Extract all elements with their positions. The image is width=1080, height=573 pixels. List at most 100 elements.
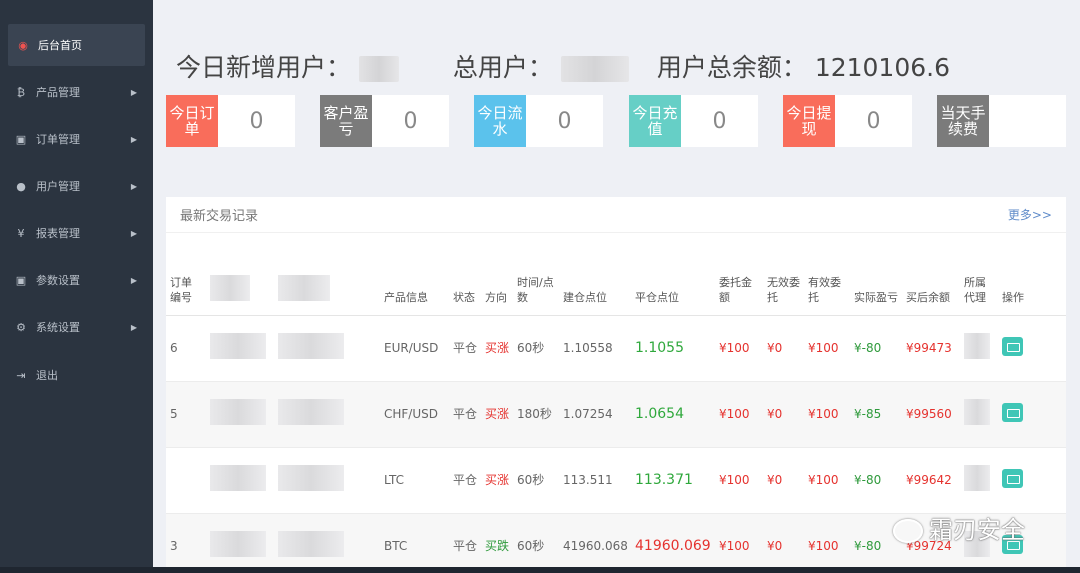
sidebar-item-reports[interactable]: ¥ 报表管理 ▶ (0, 212, 153, 254)
detail-button[interactable] (1002, 336, 1023, 356)
order-id (166, 447, 206, 514)
summary-headline: 今日新增用户： 总用户： 用户总余额： 1210106.6 (176, 48, 950, 84)
open-price: 41960.068 (559, 513, 631, 573)
col-close-price: 平仓点位 (631, 233, 715, 316)
chevron-right-icon: ▶ (130, 134, 137, 144)
col-redacted (206, 233, 274, 316)
direction: 买涨 (481, 381, 513, 448)
sidebar-item-users[interactable]: ● 用户管理 ▶ (0, 165, 153, 207)
amount: ¥100 (715, 447, 763, 514)
stat-card-today-fee: 当天手续费 (937, 95, 1066, 147)
time: 60秒 (513, 315, 559, 382)
redacted-value (278, 399, 344, 425)
product: LTC (380, 447, 449, 514)
col-product: 产品信息 (380, 233, 449, 316)
detail-button[interactable] (1002, 402, 1023, 422)
total-balance-value: 1210106.6 (814, 53, 951, 82)
stat-card-today-flow: 今日流水 0 (474, 95, 603, 147)
redacted-value (210, 333, 266, 359)
sidebar-item-products[interactable]: ₿ 产品管理 ▶ (0, 71, 153, 113)
col-pnl: 实际盈亏 (850, 233, 902, 316)
sidebar-item-label: 退出 (36, 369, 58, 382)
product: BTC (380, 513, 449, 573)
wechat-icon (893, 519, 923, 543)
valid-amount: ¥100 (804, 513, 850, 573)
redacted-value (278, 531, 344, 557)
close-price: 113.371 (631, 447, 715, 514)
stat-label: 今日充值 (629, 95, 681, 147)
order-id: 3 (166, 513, 206, 573)
sidebar-item-label: 订单管理 (36, 133, 80, 146)
stat-value: 0 (866, 108, 881, 134)
col-action: 操作 (998, 233, 1066, 316)
pnl: ¥-80 (850, 447, 902, 514)
sidebar-item-label: 后台首页 (38, 39, 82, 52)
copy-icon: ▣ (15, 273, 27, 287)
amount: ¥100 (715, 315, 763, 382)
invalid-amount: ¥0 (763, 381, 804, 448)
col-direction: 方向 (481, 233, 513, 316)
table-row: LTC 平仓 买涨 60秒 113.511 113.371 ¥100 ¥0 ¥1… (166, 447, 1066, 514)
watermark-text: 霜刃安全 (929, 516, 1025, 544)
detail-button[interactable] (1002, 468, 1023, 488)
status: 平仓 (449, 315, 481, 382)
time: 180秒 (513, 381, 559, 448)
stat-card-client-pnl: 客户盈亏 0 (320, 95, 449, 147)
balance: ¥99560 (902, 381, 960, 448)
col-valid: 有效委托 (804, 233, 850, 316)
chevron-right-icon: ▶ (130, 181, 137, 191)
redacted-value (210, 399, 266, 425)
stat-value: 0 (249, 108, 264, 134)
gears-icon: ⚙ (16, 320, 26, 334)
chevron-right-icon: ▶ (130, 275, 137, 285)
redacted-value (964, 399, 990, 425)
open-price: 113.511 (559, 447, 631, 514)
redacted-value (210, 465, 266, 491)
stat-value: 0 (403, 108, 418, 134)
sidebar-item-system[interactable]: ⚙ 系统设置 ▶ (0, 306, 153, 348)
dashboard-icon: ◉ (18, 38, 28, 52)
amount: ¥100 (715, 381, 763, 448)
time: 60秒 (513, 447, 559, 514)
status: 平仓 (449, 513, 481, 573)
sidebar-item-orders[interactable]: ▣ 订单管理 ▶ (0, 118, 153, 160)
order-id: 5 (166, 381, 206, 448)
sidebar-item-params[interactable]: ▣ 参数设置 ▶ (0, 259, 153, 301)
panel-title: 最新交易记录 (180, 209, 259, 224)
total-balance-label: 用户总余额： (656, 53, 807, 82)
stat-value (989, 95, 1066, 147)
stat-label: 当天手续费 (937, 95, 989, 147)
col-balance: 买后余额 (902, 233, 960, 316)
total-users-label: 总用户： (452, 53, 553, 82)
panel-header: 最新交易记录 更多>> (166, 197, 1066, 233)
status: 平仓 (449, 447, 481, 514)
sidebar: ◉ 后台首页 ₿ 产品管理 ▶ ▣ 订单管理 ▶ ● 用户管理 ▶ ¥ 报表管理… (0, 0, 153, 573)
pnl: ¥-85 (850, 381, 902, 448)
stat-card-today-withdraw: 今日提现 0 (783, 95, 912, 147)
sidebar-item-label: 系统设置 (36, 321, 80, 334)
direction: 买涨 (481, 447, 513, 514)
yen-icon: ¥ (17, 226, 25, 240)
close-price: 1.0654 (631, 381, 715, 448)
valid-amount: ¥100 (804, 447, 850, 514)
sidebar-item-home[interactable]: ◉ 后台首页 (8, 24, 145, 66)
bitcoin-icon: ₿ (16, 85, 26, 99)
product: EUR/USD (380, 315, 449, 382)
close-price: 41960.069 (631, 513, 715, 573)
more-link[interactable]: 更多>> (1008, 206, 1052, 223)
col-amount: 委托金额 (715, 233, 763, 316)
col-time: 时间/点数 (513, 233, 559, 316)
sidebar-item-label: 用户管理 (36, 180, 80, 193)
product: CHF/USD (380, 381, 449, 448)
copy-icon: ▣ (15, 132, 27, 146)
chevron-right-icon: ▶ (130, 322, 137, 332)
redacted-value (278, 333, 344, 359)
redacted-value (358, 56, 399, 82)
col-order-id: 订单编号 (166, 233, 206, 316)
stat-value: 0 (557, 108, 572, 134)
bottom-bar (0, 567, 1080, 573)
sidebar-item-logout[interactable]: ⇥ 退出 (0, 354, 153, 396)
order-id: 6 (166, 315, 206, 382)
col-redacted (274, 233, 380, 316)
watermark: 霜刃安全 (893, 510, 1025, 545)
